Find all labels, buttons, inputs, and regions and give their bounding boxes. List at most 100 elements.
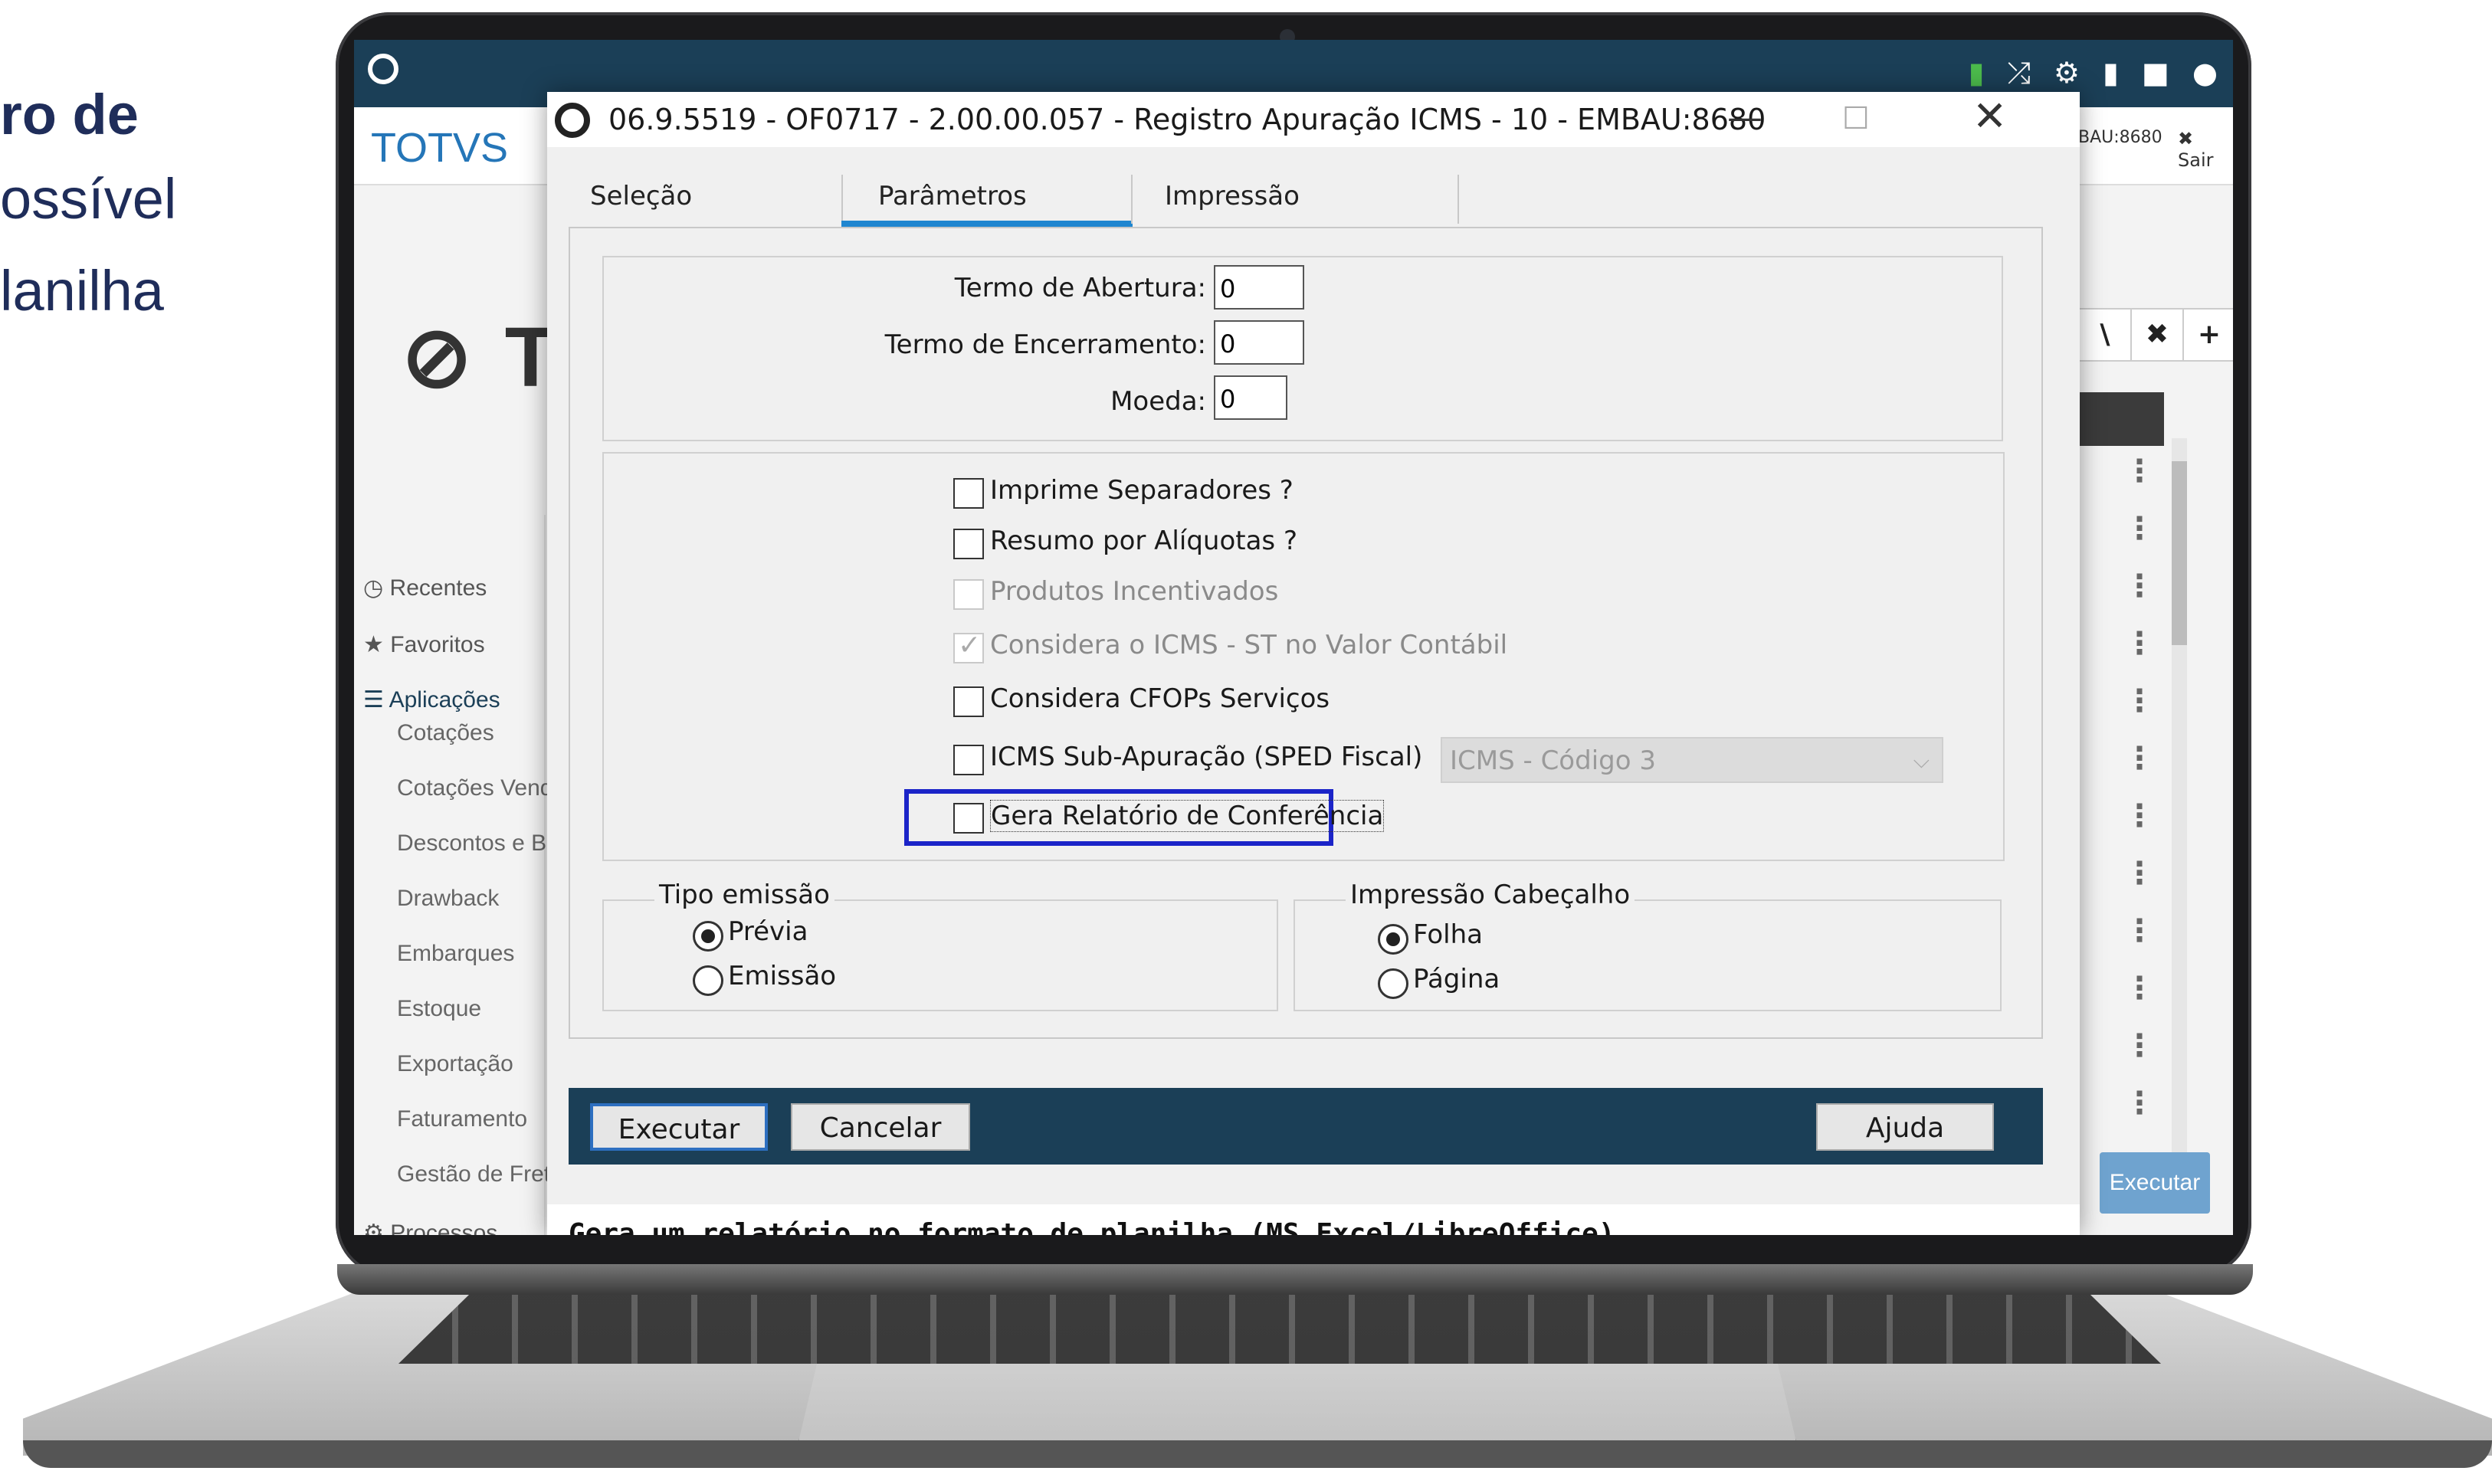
termo-encerramento-input[interactable]: 0 [1214,320,1304,365]
document-icon[interactable]: ▮ [2103,54,2119,92]
folha-label: Folha [1413,919,1483,950]
considera-icms-st-label: Considera o ICMS - ST no Valor Contábil [990,630,1508,660]
active-tab-indicator [841,221,1133,227]
sidebar-item-embarques[interactable]: Embarques [397,941,514,967]
row-menu-icon[interactable]: ⋮ [2124,1028,2155,1063]
grid-header [2078,392,2164,446]
gear-icon[interactable]: ⚙ [2054,54,2080,92]
tab-bar: Seleção Parâmetros Impressão [590,165,1969,227]
row-menu-icon[interactable]: ⋮ [2124,454,2155,489]
scrollbar[interactable] [2172,438,2187,1166]
tab-separator [1131,175,1133,224]
signal-bars-icon[interactable]: ▮ [1969,54,1985,92]
emissao-radio[interactable] [693,965,723,996]
termo-abertura-input[interactable]: 0 [1214,265,1304,310]
laptop-screen: ▮ ⤮ ⚙ ▮ ■ ● TOTVS BAU:8680 ✖ Sair ⊘ TO ◷… [354,40,2233,1235]
tab-parametros[interactable]: Parâmetros [878,165,1027,227]
sidebar-item-estoque[interactable]: Estoque [397,996,481,1022]
totvs-big-logo-icon: ⊘ [402,310,477,405]
icms-codigo-value: ICMS - Código 3 [1450,745,1656,776]
row-menu-icon[interactable]: ⋮ [2124,741,2155,776]
sidebar-favoritos[interactable]: ★ Favoritos [363,631,485,658]
row-menu-icon[interactable]: ⋮ [2124,683,2155,719]
row-menu-icon[interactable]: ⋮ [2124,971,2155,1006]
button-bar: Executar Cancelar Ajuda [569,1088,2043,1165]
execute-button[interactable]: Executar [590,1103,768,1151]
row-menu-icon[interactable]: ⋮ [2124,568,2155,604]
row-menu-icon[interactable]: ⋮ [2124,511,2155,546]
sidebar-aplicacoes-label: Aplicações [389,687,500,713]
sidebar-item-faturamento[interactable]: Faturamento [397,1106,527,1132]
totvs-logo-icon [555,103,590,138]
slide-text-line-1: ro de [0,83,139,146]
laptop-hinge [337,1264,2253,1295]
pagina-radio[interactable] [1378,968,1408,999]
resumo-aliquotas-label: Resumo por Alíquotas ? [990,526,1297,556]
slide-text-line-3: lanilha [0,259,164,323]
laptop-keyboard [398,1295,2161,1364]
dialog-titlebar: 06.9.5519 - OF0717 - 2.00.00.057 - Regis… [547,92,2080,147]
sidebar-item-gestao-frete[interactable]: Gestão de Frete [397,1161,563,1188]
considera-cfops-checkbox[interactable] [953,686,984,717]
row-menu-icon[interactable]: ⋮ [2124,1086,2155,1121]
sidebar-item-cotacoes[interactable]: Cotações [397,720,494,746]
topbar-icons: ▮ ⤮ ⚙ ▮ ■ ● [1969,54,2218,92]
sidebar-aplicacoes[interactable]: ☰ Aplicações [363,686,500,713]
search-button[interactable]: \ [2078,308,2132,362]
moeda-input[interactable]: 0 [1214,375,1287,420]
maximize-button[interactable]: ☐ [1842,101,1870,136]
cancel-button[interactable]: Cancelar [791,1103,970,1151]
dialog-title: 06.9.5519 - OF0717 - 2.00.00.057 - Regis… [608,103,1766,136]
brand-title: TOTVS [371,125,509,171]
termo-encerramento-label: Termo de Encerramento: [884,329,1206,360]
close-button[interactable]: ✖ [2130,308,2184,362]
sidebar-processos-label: Processos [390,1220,498,1235]
imprime-separadores-checkbox[interactable] [953,478,984,509]
menu-icon: ☰ [363,687,384,713]
row-menu-icon[interactable]: ⋮ [2124,798,2155,834]
sidebar-item-exportacao[interactable]: Exportação [397,1051,513,1077]
clock-icon: ◷ [363,575,384,601]
impressao-cabecalho-legend: Impressão Cabeçalho [1346,880,1635,910]
help-icon[interactable]: ● [2192,54,2218,92]
considera-cfops-label: Considera CFOPs Serviços [990,683,1330,714]
sidebar-item-drawback[interactable]: Drawback [397,886,499,912]
execute-background-button[interactable]: Executar [2100,1152,2210,1214]
tab-selecao[interactable]: Seleção [590,165,692,227]
close-button[interactable]: ✕ [1972,92,2007,140]
tab-impressao[interactable]: Impressão [1165,165,1300,227]
row-menu-icon[interactable]: ⋮ [2124,913,2155,948]
considera-icms-st-checkbox: ✓ [953,630,984,663]
checkmark-icon: ✓ [958,630,982,661]
row-menu-icon[interactable]: ⋮ [2124,626,2155,661]
laptop-trackpad [797,1364,1798,1448]
tipo-emissao-legend: Tipo emissão [654,880,834,910]
exit-link[interactable]: ✖ Sair [2178,128,2233,171]
moeda-label: Moeda: [1110,386,1206,417]
folha-radio[interactable] [1378,924,1408,955]
sidebar-item-descontos[interactable]: Descontos e Bon [397,830,572,857]
sidebar-processos[interactable]: ⚙ Processos [363,1220,497,1235]
laptop-front-edge [23,1440,2492,1468]
totvs-logo-icon [368,54,398,84]
gear-icon: ⚙ [363,1220,384,1235]
previa-radio[interactable] [693,921,723,952]
slide-text-line-2: ossível [0,167,177,231]
icms-sub-apuracao-checkbox[interactable] [953,745,984,775]
status-text: Gera um relatório no formato de planilha… [569,1218,1615,1235]
sidebar-recentes[interactable]: ◷ Recentes [363,575,487,601]
pagina-label: Página [1413,964,1500,994]
minimize-button[interactable]: — [1727,97,1762,138]
chat-icon[interactable]: ■ [2142,54,2169,92]
environment-label: BAU:8680 [2078,128,2162,147]
add-button[interactable]: + [2182,308,2233,362]
resumo-aliquotas-checkbox[interactable] [953,529,984,559]
row-menu-icon[interactable]: ⋮ [2124,856,2155,891]
icms-codigo-select[interactable]: ICMS - Código 3 ⌵ [1441,737,1943,783]
shuffle-icon[interactable]: ⤮ [2008,54,2031,92]
produtos-incentivados-checkbox [953,579,984,610]
scrollbar-thumb[interactable] [2172,461,2187,645]
help-button[interactable]: Ajuda [1816,1103,1994,1151]
gera-relatorio-conferencia-checkbox[interactable] [953,803,984,834]
slide-text: ro de ossível lanilha [0,77,176,337]
